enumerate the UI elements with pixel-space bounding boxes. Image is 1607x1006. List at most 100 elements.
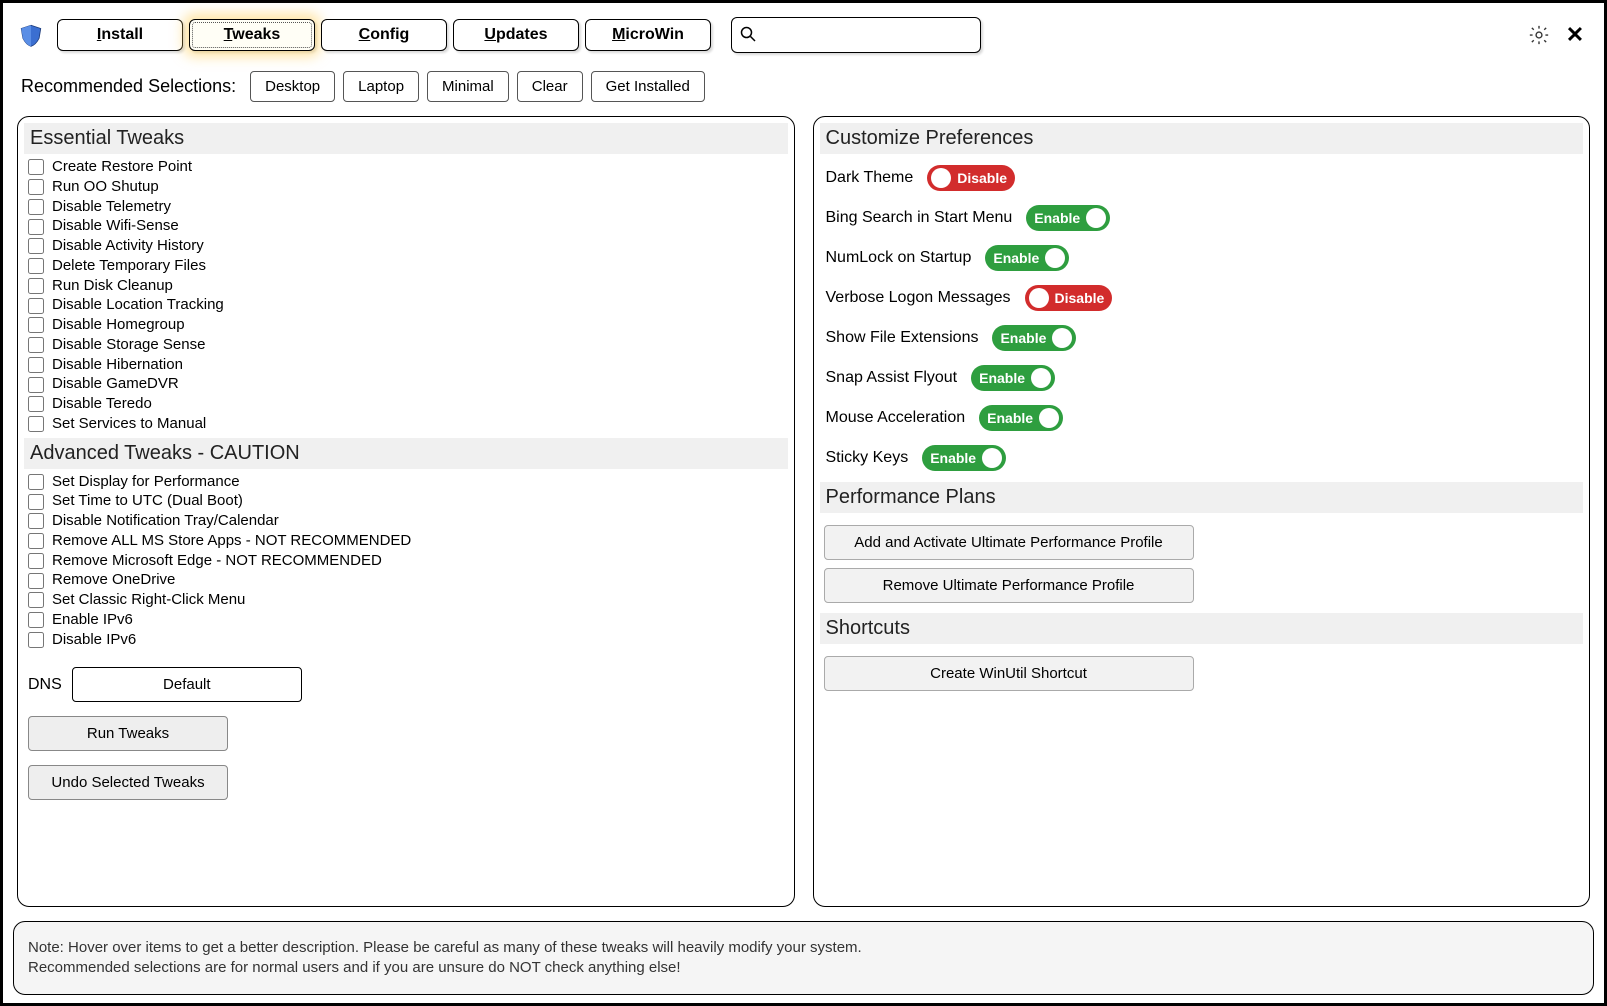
chk-homegroup-box[interactable] [28, 317, 44, 333]
chk-ipv6on-box[interactable] [28, 612, 44, 628]
toggle-mouseaccel[interactable]: Enable [979, 405, 1063, 431]
chk-rightclick[interactable]: Set Classic Right-Click Menu [28, 591, 784, 610]
toggle-verbose[interactable]: Disable [1025, 285, 1113, 311]
chk-gamedvr[interactable]: Disable GameDVR [28, 375, 784, 394]
toggle-fileext[interactable]: Enable [992, 325, 1076, 351]
pref-bing-label: Bing Search in Start Menu [826, 209, 1013, 227]
advanced-tweaks-title: Advanced Tweaks - CAUTION [24, 438, 788, 469]
chk-removestore-label: Remove ALL MS Store Apps - NOT RECOMMEND… [52, 532, 411, 551]
app-logo-icon [17, 21, 45, 49]
create-shortcut-button[interactable]: Create WinUtil Shortcut [824, 656, 1194, 691]
toggle-snapassist[interactable]: Enable [971, 365, 1055, 391]
chk-telemetry-label: Disable Telemetry [52, 198, 171, 217]
chk-storagesense[interactable]: Disable Storage Sense [28, 336, 784, 355]
chk-homegroup[interactable]: Disable Homegroup [28, 316, 784, 335]
undo-tweaks-button[interactable]: Undo Selected Tweaks [28, 765, 228, 800]
chk-rightclick-box[interactable] [28, 592, 44, 608]
chk-timeutc[interactable]: Set Time to UTC (Dual Boot) [28, 492, 784, 511]
chk-ipv6off-box[interactable] [28, 632, 44, 648]
chk-removestore-box[interactable] [28, 533, 44, 549]
toggle-stickykeys[interactable]: Enable [922, 445, 1006, 471]
recommended-desktop-button[interactable]: Desktop [250, 71, 335, 102]
toggle-snapassist-text: Enable [979, 370, 1025, 386]
chk-diskcleanup-box[interactable] [28, 278, 44, 294]
chk-tempfiles[interactable]: Delete Temporary Files [28, 257, 784, 276]
chk-displayperf-label: Set Display for Performance [52, 473, 240, 492]
chk-ipv6off-label: Disable IPv6 [52, 631, 136, 650]
chk-activityhistory[interactable]: Disable Activity History [28, 237, 784, 256]
chk-location[interactable]: Disable Location Tracking [28, 296, 784, 315]
tab-updates[interactable]: UpdatesUpdates [453, 19, 579, 51]
performance-plans-title: Performance Plans [820, 482, 1584, 513]
chk-displayperf[interactable]: Set Display for Performance [28, 473, 784, 492]
chk-displayperf-box[interactable] [28, 474, 44, 490]
chk-removeedge[interactable]: Remove Microsoft Edge - NOT RECOMMENDED [28, 552, 784, 571]
toggle-bing[interactable]: Enable [1026, 205, 1110, 231]
recommended-laptop-button[interactable]: Laptop [343, 71, 419, 102]
search-input[interactable] [762, 27, 972, 44]
customize-preferences-title: Customize Preferences [820, 123, 1584, 154]
chk-homegroup-label: Disable Homegroup [52, 316, 185, 335]
chk-location-box[interactable] [28, 298, 44, 314]
chk-gamedvr-box[interactable] [28, 377, 44, 393]
recommended-clear-button[interactable]: Clear [517, 71, 583, 102]
chk-onedrive-box[interactable] [28, 573, 44, 589]
pref-bing: Bing Search in Start Menu Enable [824, 198, 1580, 238]
chk-activityhistory-box[interactable] [28, 238, 44, 254]
chk-teredo[interactable]: Disable Teredo [28, 395, 784, 414]
chk-location-label: Disable Location Tracking [52, 296, 224, 315]
chk-tempfiles-box[interactable] [28, 258, 44, 274]
preferences-panel: Customize Preferences Dark Theme Disable… [813, 116, 1591, 907]
recommended-minimal-button[interactable]: Minimal [427, 71, 509, 102]
chk-hibernation[interactable]: Disable Hibernation [28, 356, 784, 375]
toggle-numlock[interactable]: Enable [985, 245, 1069, 271]
pref-mouseaccel: Mouse Acceleration Enable [824, 398, 1580, 438]
chk-services[interactable]: Set Services to Manual [28, 415, 784, 434]
recommended-getinstalled-button[interactable]: Get Installed [591, 71, 705, 102]
remove-ultimate-perf-button[interactable]: Remove Ultimate Performance Profile [824, 568, 1194, 603]
chk-services-box[interactable] [28, 416, 44, 432]
tab-install[interactable]: IInstallnstall [57, 19, 183, 51]
chk-hibernation-box[interactable] [28, 357, 44, 373]
chk-wifisense[interactable]: Disable Wifi-Sense [28, 217, 784, 236]
chk-timeutc-label: Set Time to UTC (Dual Boot) [52, 492, 243, 511]
essential-tweaks-title: Essential Tweaks [24, 123, 788, 154]
chk-ipv6on[interactable]: Enable IPv6 [28, 611, 784, 630]
pref-darktheme: Dark Theme Disable [824, 158, 1580, 198]
dns-row: DNS Default [28, 667, 784, 702]
chk-notiftray-box[interactable] [28, 513, 44, 529]
chk-notiftray[interactable]: Disable Notification Tray/Calendar [28, 512, 784, 531]
chk-oo-shutup-box[interactable] [28, 179, 44, 195]
close-icon[interactable]: ✕ [1560, 20, 1590, 50]
chk-telemetry[interactable]: Disable Telemetry [28, 198, 784, 217]
tab-microwin[interactable]: MicroWinMicroWin [585, 19, 711, 51]
chk-teredo-box[interactable] [28, 396, 44, 412]
chk-storagesense-box[interactable] [28, 337, 44, 353]
chk-ipv6on-label: Enable IPv6 [52, 611, 133, 630]
add-ultimate-perf-button[interactable]: Add and Activate Ultimate Performance Pr… [824, 525, 1194, 560]
run-tweaks-button[interactable]: Run Tweaks [28, 716, 228, 751]
chk-oo-shutup[interactable]: Run OO Shutup [28, 178, 784, 197]
footnote-line1: Note: Hover over items to get a better d… [28, 938, 1579, 958]
essential-tweaks-list: Create Restore Point Run OO Shutup Disab… [28, 158, 784, 434]
pref-numlock-label: NumLock on Startup [826, 249, 972, 267]
chk-onedrive[interactable]: Remove OneDrive [28, 571, 784, 590]
search-container [731, 17, 981, 53]
chk-timeutc-box[interactable] [28, 494, 44, 510]
chk-diskcleanup[interactable]: Run Disk Cleanup [28, 277, 784, 296]
chk-ipv6off[interactable]: Disable IPv6 [28, 631, 784, 650]
advanced-tweaks-list: Set Display for Performance Set Time to … [28, 473, 784, 650]
chk-telemetry-box[interactable] [28, 199, 44, 215]
toggle-darktheme[interactable]: Disable [927, 165, 1015, 191]
chk-create-restore-box[interactable] [28, 159, 44, 175]
settings-gear-icon[interactable] [1524, 20, 1554, 50]
tab-tweaks[interactable]: TweaksTweaks [189, 19, 315, 51]
chk-create-restore[interactable]: Create Restore Point [28, 158, 784, 177]
chk-teredo-label: Disable Teredo [52, 395, 152, 414]
chk-removestore[interactable]: Remove ALL MS Store Apps - NOT RECOMMEND… [28, 532, 784, 551]
chk-removeedge-box[interactable] [28, 553, 44, 569]
footnote-line2: Recommended selections are for normal us… [28, 958, 1579, 978]
chk-wifisense-box[interactable] [28, 219, 44, 235]
dns-select[interactable]: Default [72, 667, 302, 702]
tab-config[interactable]: ConfigConfig [321, 19, 447, 51]
